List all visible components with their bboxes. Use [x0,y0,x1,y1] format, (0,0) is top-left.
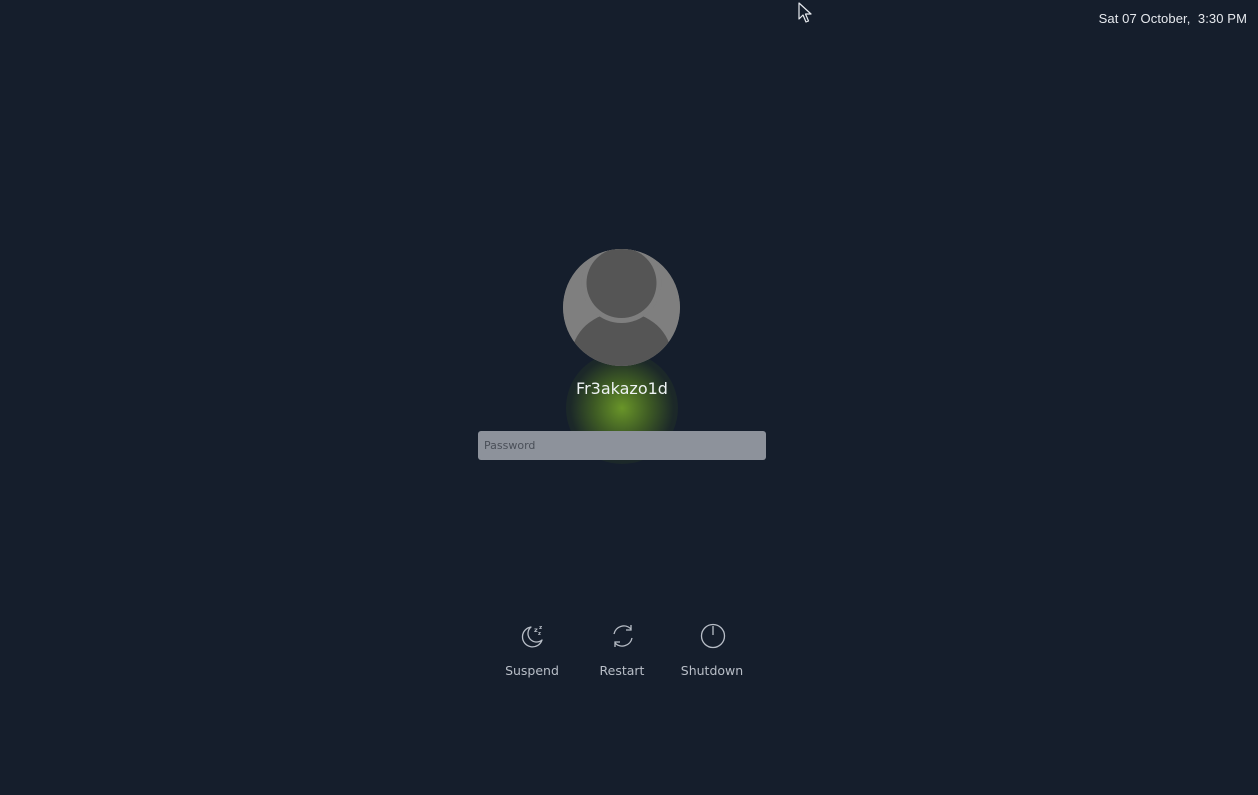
suspend-button[interactable]: z z z Suspend [487,620,577,682]
moon-sleep-icon: z z z [521,625,543,648]
shutdown-label: Shutdown [680,663,744,678]
suspend-label: Suspend [505,663,559,678]
restart-button[interactable]: Restart [577,620,667,682]
power-icon [700,623,726,649]
clock: Sat 07 October, 3:30 PM [1098,11,1247,26]
user-avatar-icon[interactable] [563,249,680,366]
mouse-cursor-icon [798,2,812,23]
restart-icon [613,625,633,647]
restart-label: Restart [599,663,645,678]
svg-text:z: z [538,631,541,637]
password-input[interactable] [478,431,766,460]
login-screen: Sat 07 October, 3:30 PM Fr3akazo1d z z z… [0,0,1258,795]
shutdown-button[interactable]: Shutdown [667,620,757,682]
username-label: Fr3akazo1d [576,379,668,398]
